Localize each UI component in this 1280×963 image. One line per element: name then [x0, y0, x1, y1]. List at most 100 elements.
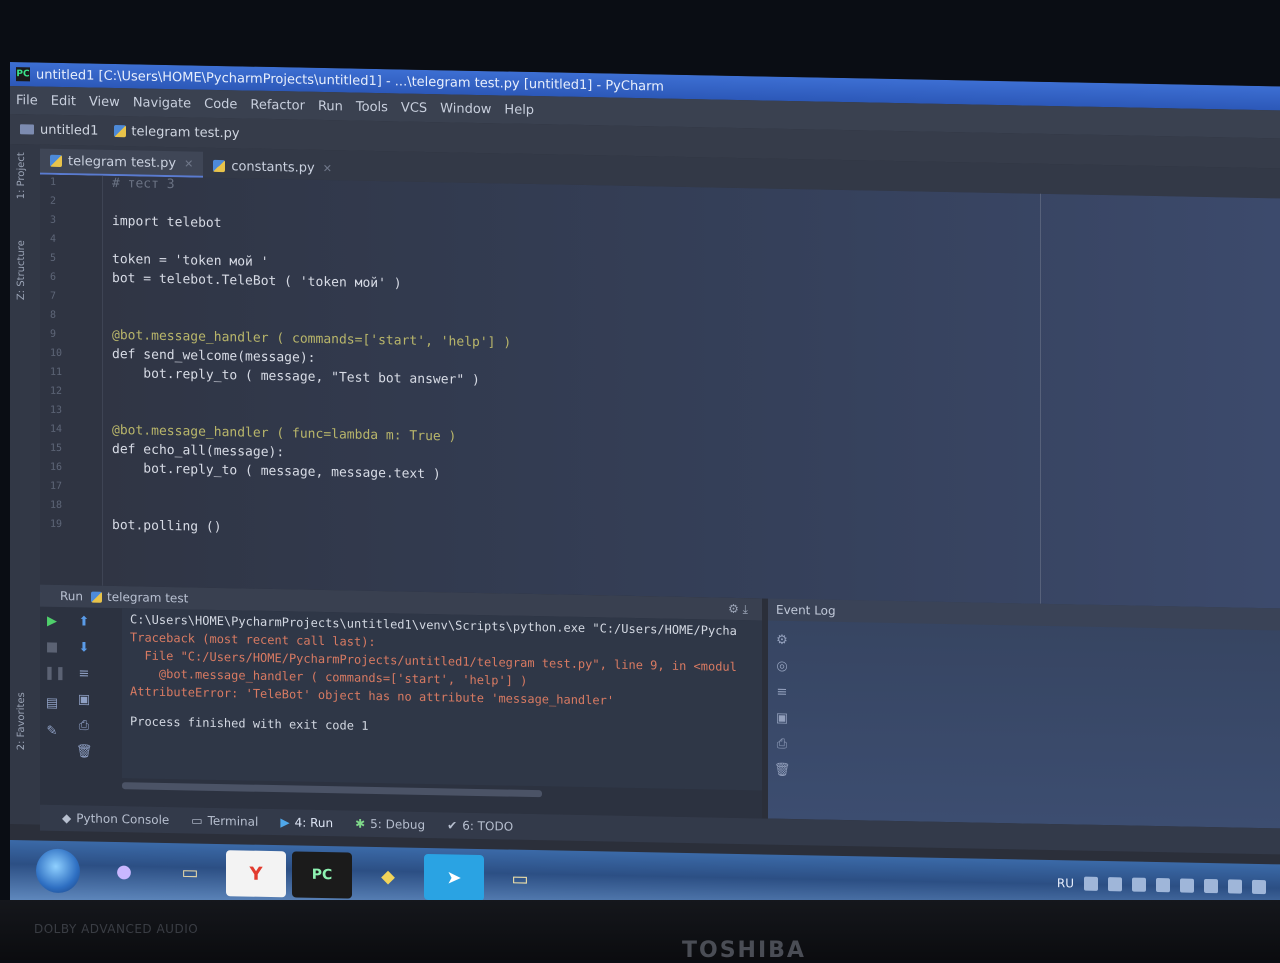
menu-vcs[interactable]: VCS	[401, 100, 427, 116]
breadcrumb-file[interactable]: telegram test.py	[131, 124, 239, 141]
event-log-toolbar: ⚙ ◎ ≡ ▣ ⎙ 🗑	[772, 625, 796, 789]
code-line: bot = telebot.TeleBot ( 'token мой' )	[112, 270, 402, 292]
code-line: bot.reply_to ( message, message.text )	[112, 460, 441, 483]
project-tool-tab[interactable]: 1: Project	[16, 152, 27, 199]
run-tab[interactable]: ▶ 4: Run	[280, 815, 333, 830]
tray-icon[interactable]	[1156, 878, 1170, 893]
python-file-icon	[50, 154, 62, 167]
pycharm-taskbar-icon[interactable]: PC	[292, 851, 352, 899]
line-number: 12	[50, 385, 63, 397]
terminal-tab[interactable]: ▭ Terminal	[191, 813, 258, 828]
tab-constants[interactable]: constants.py ✕	[203, 154, 342, 181]
pycharm-icon: PC	[16, 67, 30, 82]
menu-window[interactable]: Window	[440, 101, 491, 117]
line-number: 4	[50, 233, 57, 245]
todo-tab[interactable]: ✔ 6: TODO	[447, 818, 513, 833]
debug-tab[interactable]: ✱ 5: Debug	[355, 817, 425, 832]
menu-edit[interactable]: Edit	[51, 93, 76, 108]
menu-run[interactable]: Run	[318, 98, 343, 113]
pause-icon[interactable]: ❚❚	[44, 666, 66, 681]
structure-tool-tab[interactable]: Z: Structure	[16, 240, 27, 300]
console-line: Traceback (most recent call last):	[130, 630, 376, 650]
start-button[interactable]	[36, 848, 80, 894]
tab-label: 5: Debug	[370, 816, 426, 832]
python-console-tab[interactable]: ◆ Python Console	[62, 811, 169, 827]
right-margin-guide	[1040, 193, 1041, 604]
settings-icon[interactable]: ⚙	[774, 633, 790, 649]
tray-icon[interactable]	[1180, 878, 1194, 893]
scroll-end-icon[interactable]: ▣	[774, 711, 790, 727]
yandex-browser-icon[interactable]: Y	[226, 850, 286, 898]
tab-label: 6: TODO	[462, 818, 514, 834]
soft-wrap-icon[interactable]: ≡	[774, 685, 790, 701]
pin-icon[interactable]: ✎	[44, 724, 60, 739]
left-tool-strip: 1: Project Z: Structure 2: Favorites	[10, 144, 41, 825]
explorer-window-icon[interactable]: ▭	[490, 855, 550, 902]
tray-icon[interactable]	[1132, 877, 1146, 892]
line-number: 14	[50, 423, 63, 435]
tab-label: 4: Run	[294, 815, 334, 831]
favorites-tool-tab[interactable]: 2: Favorites	[16, 692, 27, 750]
menu-navigate[interactable]: Navigate	[133, 95, 191, 111]
code-line: bot.reply_to ( message, "Test bot answer…	[112, 365, 480, 389]
menu-file[interactable]: File	[16, 93, 38, 108]
tray-icon[interactable]	[1204, 878, 1218, 894]
code-line: def echo_all(message):	[112, 441, 285, 461]
line-number: 3	[50, 214, 57, 226]
code-line: def send_welcome(message):	[112, 346, 316, 366]
bottom-panels: Run telegram test ⚙ ⤓ ▶ ■ ❚❚ ▤ ✎ ⬆ ⬇ ≡ ▣…	[40, 584, 1280, 829]
line-gutter: 1 2 3 4 5 6 7 8 9 10 11 12 13 14 15 16 1…	[40, 174, 103, 586]
line-number: 15	[50, 442, 63, 454]
file-explorer-icon[interactable]: ▭	[160, 849, 220, 896]
tab-label: constants.py	[231, 158, 315, 176]
tray-icon[interactable]	[1252, 879, 1266, 895]
event-log-label: Event Log	[776, 602, 836, 618]
print-icon[interactable]: ⎙	[774, 737, 790, 753]
tray-icon[interactable]	[1228, 879, 1242, 894]
dolby-label: DOLBY ADVANCED AUDIO	[34, 922, 199, 936]
menu-tools[interactable]: Tools	[356, 99, 388, 115]
python-file-icon	[213, 159, 226, 173]
menu-code[interactable]: Code	[204, 96, 237, 112]
console-output[interactable]: C:\Users\HOME\PycharmProjects\untitled1\…	[122, 608, 762, 791]
soft-wrap-icon[interactable]: ≡	[76, 666, 92, 681]
down-arrow-icon[interactable]: ⬇	[76, 640, 92, 655]
line-number: 5	[50, 252, 57, 264]
tray-icon[interactable]	[1084, 876, 1098, 891]
microphone-app-icon[interactable]: ●	[94, 848, 154, 895]
menu-view[interactable]: View	[89, 94, 120, 110]
print-icon[interactable]: ⎙	[76, 718, 92, 733]
scroll-end-icon[interactable]: ▣	[76, 692, 92, 707]
run-icon: ▶	[280, 815, 290, 830]
python-taskbar-icon[interactable]: ◆	[358, 853, 418, 900]
run-toolbar: ▶ ■ ❚❚ ▤ ✎	[44, 607, 74, 788]
layout-icon[interactable]: ▤	[44, 696, 60, 711]
rerun-icon[interactable]: ▶	[44, 614, 60, 629]
up-arrow-icon[interactable]: ⬆	[76, 614, 92, 629]
stop-icon[interactable]: ■	[44, 640, 60, 655]
breadcrumb-project[interactable]: untitled1	[40, 122, 98, 138]
telegram-icon[interactable]: ➤	[424, 853, 484, 902]
tab-telegram-test[interactable]: telegram test.py ✕	[40, 148, 204, 178]
python-icon: ◆	[62, 810, 72, 826]
trash-icon[interactable]: 🗑	[774, 763, 791, 779]
gear-icon[interactable]: ⚙ ⤓	[728, 601, 748, 616]
folder-icon	[20, 124, 34, 135]
menu-help[interactable]: Help	[504, 102, 534, 118]
code-editor[interactable]: 1 2 3 4 5 6 7 8 9 10 11 12 13 14 15 16 1…	[40, 174, 1280, 609]
language-indicator[interactable]: RU	[1057, 876, 1074, 890]
line-number: 11	[50, 366, 63, 378]
system-tray: RU	[1057, 876, 1266, 895]
line-number: 19	[50, 518, 63, 530]
balloon-icon[interactable]: ◎	[774, 659, 790, 675]
trash-icon[interactable]: 🗑	[76, 744, 93, 759]
code-line: bot.polling ()	[112, 517, 222, 536]
close-icon[interactable]: ✕	[184, 157, 193, 170]
event-log-panel: Event Log ⚙ ◎ ≡ ▣ ⎙ 🗑	[768, 598, 1280, 829]
line-number: 2	[50, 195, 57, 207]
menu-refactor[interactable]: Refactor	[250, 97, 305, 113]
tray-icon[interactable]	[1108, 877, 1122, 892]
run-panel: Run telegram test ⚙ ⤓ ▶ ■ ❚❚ ▤ ✎ ⬆ ⬇ ≡ ▣…	[40, 584, 762, 819]
close-icon[interactable]: ✕	[323, 162, 332, 175]
code-line: import telebot	[112, 213, 222, 232]
